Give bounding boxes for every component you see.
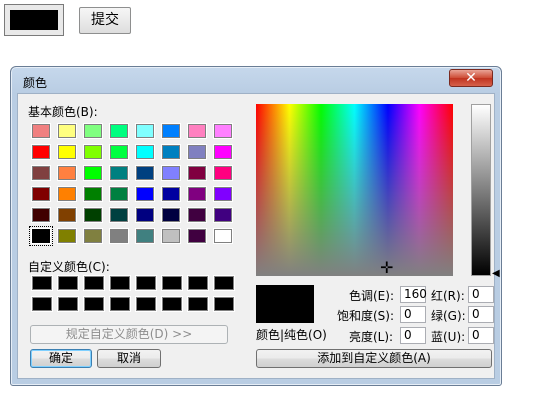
- color-swatch[interactable]: [162, 124, 180, 138]
- color-swatch[interactable]: [84, 297, 104, 311]
- color-swatch[interactable]: [32, 187, 50, 201]
- color-swatch[interactable]: [214, 229, 232, 243]
- basic-colors-label: 基本颜色(B):: [28, 105, 98, 119]
- color-swatch[interactable]: [58, 297, 78, 311]
- saturation-field[interactable]: 0: [400, 306, 426, 323]
- selected-color-swatch: [10, 10, 58, 30]
- luminosity-arrow-icon[interactable]: ◀: [492, 269, 500, 279]
- color-swatch[interactable]: [214, 187, 232, 201]
- crosshair-icon: ✛: [380, 258, 394, 277]
- color-swatch[interactable]: [136, 166, 154, 180]
- color-swatch[interactable]: [110, 145, 128, 159]
- custom-colors-label: 自定义颜色(C):: [28, 260, 110, 274]
- hue-label: 色调(E):: [349, 289, 394, 303]
- color-swatch[interactable]: [84, 208, 102, 222]
- color-swatch[interactable]: [32, 297, 52, 311]
- color-swatch[interactable]: [162, 166, 180, 180]
- color-swatch[interactable]: [188, 208, 206, 222]
- cancel-button[interactable]: 取消: [97, 349, 161, 368]
- color-swatch[interactable]: [110, 297, 130, 311]
- color-swatch[interactable]: [188, 229, 206, 243]
- color-swatch[interactable]: [110, 124, 128, 138]
- hue-field[interactable]: 160: [400, 286, 427, 303]
- color-swatch[interactable]: [162, 187, 180, 201]
- dialog-client-area: 基本颜色(B): 自定义颜色(C): 规定自定义颜色(D) >> 确定 取消 ✛…: [17, 93, 500, 379]
- color-swatch[interactable]: [162, 276, 182, 290]
- luminosity-slider[interactable]: [471, 104, 491, 276]
- color-swatch[interactable]: [58, 124, 76, 138]
- color-swatch[interactable]: [162, 208, 180, 222]
- color-swatch[interactable]: [84, 166, 102, 180]
- color-swatch[interactable]: [188, 166, 206, 180]
- color-swatch[interactable]: [58, 276, 78, 290]
- color-swatch[interactable]: [110, 208, 128, 222]
- color-swatch[interactable]: [29, 226, 53, 246]
- color-swatch[interactable]: [32, 124, 50, 138]
- ok-button[interactable]: 确定: [30, 349, 92, 368]
- color-swatch[interactable]: [84, 187, 102, 201]
- color-swatch[interactable]: [214, 276, 234, 290]
- saturation-label: 饱和度(S):: [337, 309, 395, 323]
- color-swatch[interactable]: [84, 229, 102, 243]
- color-picker-input[interactable]: [4, 4, 64, 36]
- red-field[interactable]: 0: [468, 286, 494, 303]
- color-swatch[interactable]: [58, 187, 76, 201]
- close-button[interactable]: ✕: [449, 69, 493, 87]
- color-swatch[interactable]: [188, 145, 206, 159]
- color-preview: [256, 285, 314, 323]
- color-swatch[interactable]: [32, 145, 50, 159]
- close-icon: ✕: [465, 70, 477, 86]
- color-swatch[interactable]: [84, 145, 102, 159]
- add-to-custom-colors-button[interactable]: 添加到自定义颜色(A): [256, 349, 492, 368]
- color-swatch[interactable]: [58, 145, 76, 159]
- color-dialog: 颜色 ✕ 基本颜色(B): 自定义颜色(C): 规定自定义颜色(D) >> 确定…: [10, 66, 502, 386]
- color-swatch[interactable]: [110, 187, 128, 201]
- luminance-label: 亮度(L):: [349, 330, 394, 344]
- color-swatch[interactable]: [214, 297, 234, 311]
- color-swatch[interactable]: [84, 276, 104, 290]
- blue-label: 蓝(U):: [431, 330, 466, 344]
- color-swatch[interactable]: [32, 208, 50, 222]
- color-swatch[interactable]: [136, 145, 154, 159]
- color-swatch[interactable]: [58, 166, 76, 180]
- blue-field[interactable]: 0: [468, 327, 494, 344]
- color-swatch[interactable]: [110, 166, 128, 180]
- color-swatch[interactable]: [162, 297, 182, 311]
- color-solid-label: 颜色|纯色(O): [256, 328, 327, 342]
- color-swatch[interactable]: [136, 208, 154, 222]
- color-swatch[interactable]: [188, 276, 208, 290]
- dialog-title: 颜色: [23, 76, 48, 90]
- red-label: 红(R):: [431, 289, 465, 303]
- color-swatch[interactable]: [32, 166, 50, 180]
- color-swatch[interactable]: [58, 229, 76, 243]
- green-label: 绿(G):: [431, 309, 466, 323]
- color-swatch[interactable]: [188, 124, 206, 138]
- color-swatch[interactable]: [84, 124, 102, 138]
- color-swatch[interactable]: [136, 187, 154, 201]
- green-field[interactable]: 0: [468, 306, 494, 323]
- color-swatch[interactable]: [214, 208, 232, 222]
- color-swatch[interactable]: [32, 276, 52, 290]
- luminance-field[interactable]: 0: [400, 327, 426, 344]
- color-swatch[interactable]: [136, 229, 154, 243]
- color-swatch[interactable]: [162, 145, 180, 159]
- color-spectrum[interactable]: ✛: [256, 104, 453, 276]
- color-swatch[interactable]: [110, 229, 128, 243]
- color-swatch[interactable]: [214, 166, 232, 180]
- color-swatch[interactable]: [136, 297, 156, 311]
- define-custom-colors-button[interactable]: 规定自定义颜色(D) >>: [30, 325, 228, 344]
- color-swatch[interactable]: [214, 145, 232, 159]
- color-swatch[interactable]: [214, 124, 232, 138]
- color-swatch[interactable]: [136, 124, 154, 138]
- color-swatch[interactable]: [58, 208, 76, 222]
- color-swatch[interactable]: [188, 297, 208, 311]
- color-swatch[interactable]: [136, 276, 156, 290]
- color-swatch[interactable]: [110, 276, 130, 290]
- color-swatch[interactable]: [162, 229, 180, 243]
- color-swatch[interactable]: [188, 187, 206, 201]
- submit-button[interactable]: 提交: [79, 7, 131, 34]
